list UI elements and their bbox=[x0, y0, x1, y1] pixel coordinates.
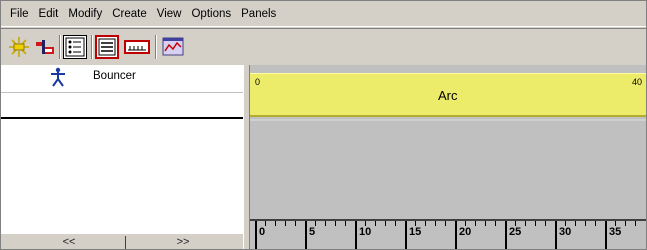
menu-bar: File Edit Modify Create View Options Pan… bbox=[1, 1, 646, 27]
menu-options[interactable]: Options bbox=[186, 1, 236, 27]
ruler-minor-tick bbox=[635, 221, 636, 226]
actor-row[interactable]: Bouncer bbox=[1, 65, 243, 93]
menu-view[interactable]: View bbox=[152, 1, 187, 27]
menu-panels[interactable]: Panels bbox=[236, 1, 281, 27]
ruler-major-tick bbox=[505, 221, 507, 249]
ruler-tick-label: 25 bbox=[509, 226, 522, 238]
track-end-label: 40 bbox=[631, 77, 642, 87]
ruler-minor-tick bbox=[265, 221, 266, 226]
arc-track[interactable]: 0 40 Arc bbox=[250, 73, 646, 117]
track-link-icon[interactable] bbox=[33, 35, 57, 59]
ruler-minor-tick bbox=[485, 221, 486, 226]
toolbar-separator bbox=[59, 35, 61, 59]
ruler-minor-tick bbox=[435, 221, 436, 226]
ruler-tick-label: 5 bbox=[309, 226, 316, 238]
timeline-panel: 0 40 Arc 0 5 10 15 20 25 30 35 bbox=[250, 65, 646, 249]
ruler-minor-tick bbox=[425, 221, 426, 226]
ruler-minor-tick bbox=[365, 221, 366, 226]
ruler-minor-tick bbox=[335, 221, 336, 226]
ruler-bar-icon[interactable] bbox=[123, 35, 151, 59]
graph-window-icon[interactable] bbox=[161, 35, 185, 59]
ruler-minor-tick bbox=[295, 221, 296, 226]
menu-edit[interactable]: Edit bbox=[34, 1, 64, 27]
frame-ruler[interactable]: 0 5 10 15 20 25 30 35 bbox=[250, 219, 646, 249]
ruler-minor-tick bbox=[275, 221, 276, 226]
sun-burst-icon[interactable] bbox=[7, 35, 31, 59]
menu-modify[interactable]: Modify bbox=[63, 1, 107, 27]
ruler-minor-tick bbox=[565, 221, 566, 226]
ruler-minor-tick bbox=[395, 221, 396, 226]
track-start-label: 0 bbox=[255, 77, 261, 87]
ruler-major-tick bbox=[555, 221, 557, 249]
ruler-minor-tick bbox=[385, 221, 386, 226]
ruler-minor-tick bbox=[345, 221, 346, 226]
actor-name: Bouncer bbox=[93, 70, 136, 82]
animation-window: File Edit Modify Create View Options Pan… bbox=[0, 0, 647, 250]
ruler-minor-tick bbox=[575, 221, 576, 226]
ruler-minor-tick bbox=[495, 221, 496, 226]
actor-panel: Bouncer << >> bbox=[1, 65, 243, 249]
menu-create[interactable]: Create bbox=[107, 1, 152, 27]
ruler-tick-label: 20 bbox=[459, 226, 472, 238]
list-panel-icon[interactable] bbox=[63, 35, 87, 59]
ruler-minor-tick bbox=[535, 221, 536, 226]
ruler-minor-tick bbox=[325, 221, 326, 226]
ruler-major-tick bbox=[255, 221, 257, 249]
scroll-right-button[interactable]: >> bbox=[133, 234, 233, 249]
stacked-lines-icon[interactable] bbox=[95, 35, 119, 59]
ruler-minor-tick bbox=[285, 221, 286, 226]
actor-navigation: << >> bbox=[1, 233, 243, 249]
track-label: Arc bbox=[438, 88, 458, 103]
ruler-minor-tick bbox=[615, 221, 616, 226]
ruler-major-tick bbox=[605, 221, 607, 249]
ruler-minor-tick bbox=[445, 221, 446, 226]
ruler-major-tick bbox=[405, 221, 407, 249]
ruler-minor-tick bbox=[515, 221, 516, 226]
ruler-minor-tick bbox=[375, 221, 376, 226]
track-separator bbox=[250, 119, 646, 121]
ruler-minor-tick bbox=[525, 221, 526, 226]
ruler-minor-tick bbox=[545, 221, 546, 226]
toolbar-separator bbox=[155, 35, 157, 59]
ruler-minor-tick bbox=[595, 221, 596, 226]
actor-list[interactable] bbox=[1, 119, 243, 233]
ruler-major-tick bbox=[455, 221, 457, 249]
stick-figure-icon bbox=[49, 67, 67, 90]
nav-divider bbox=[125, 236, 126, 249]
actor-track-row[interactable] bbox=[1, 93, 243, 119]
ruler-major-tick bbox=[355, 221, 357, 249]
ruler-tick-label: 30 bbox=[559, 226, 572, 238]
menu-file[interactable]: File bbox=[5, 1, 34, 27]
ruler-minor-tick bbox=[465, 221, 466, 226]
ruler-major-tick bbox=[305, 221, 307, 249]
ruler-minor-tick bbox=[415, 221, 416, 226]
pane-splitter[interactable] bbox=[243, 65, 250, 249]
scroll-left-button[interactable]: << bbox=[19, 234, 119, 249]
ruler-minor-tick bbox=[475, 221, 476, 226]
ruler-tick-label: 35 bbox=[609, 226, 622, 238]
ruler-minor-tick bbox=[315, 221, 316, 226]
ruler-minor-tick bbox=[625, 221, 626, 226]
ruler-tick-label: 15 bbox=[409, 226, 422, 238]
toolbar-separator bbox=[91, 35, 93, 59]
ruler-tick-label: 0 bbox=[259, 226, 266, 238]
ruler-tick-label: 10 bbox=[359, 226, 372, 238]
ruler-minor-tick bbox=[585, 221, 586, 226]
toolbar bbox=[1, 28, 646, 64]
